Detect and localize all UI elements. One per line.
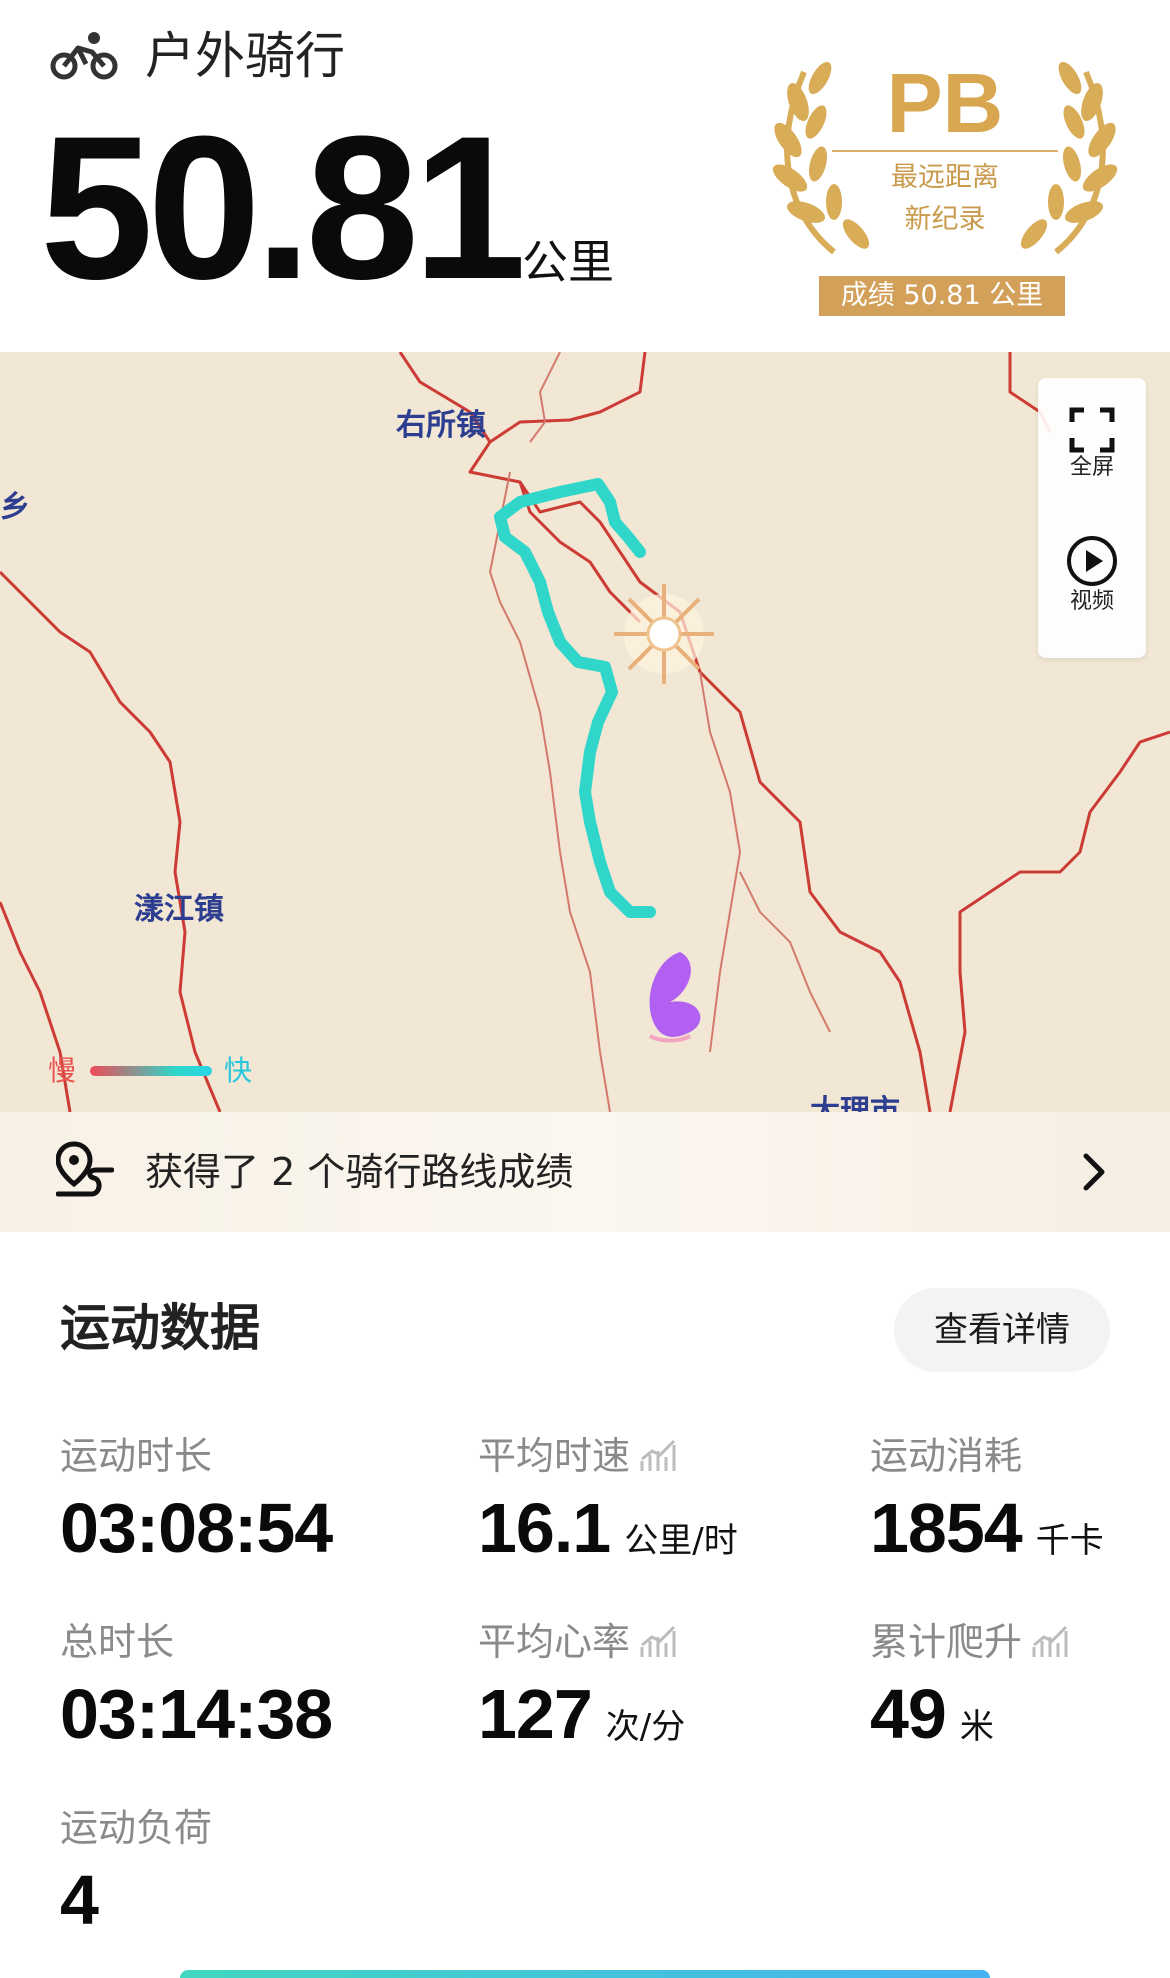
stat-value: 1854: [870, 1489, 1023, 1567]
sport-title: 户外骑行: [145, 27, 345, 85]
stat-unit: 千卡: [1035, 1521, 1104, 1561]
stat-label: 平均心率: [478, 1620, 631, 1664]
trend-chart-icon: [640, 1439, 676, 1471]
pb-record-label: 新纪录: [904, 204, 986, 235]
video-button[interactable]: 视频: [1038, 534, 1146, 616]
fullscreen-button[interactable]: 全屏: [1038, 406, 1146, 482]
bicycle-icon: [50, 32, 118, 80]
bottom-card-edge: [180, 1970, 990, 1978]
fullscreen-label: 全屏: [1069, 455, 1114, 480]
map-roads: [0, 352, 1170, 1112]
distance-value: 50.81: [40, 94, 526, 322]
stat-duration: 运动时长 03:08:54: [60, 1432, 333, 1568]
pb-score: 成绩 50.81 公里: [819, 276, 1065, 316]
video-label: 视频: [1069, 589, 1114, 614]
stat-avg-heart-rate[interactable]: 平均心率 127 次/分: [478, 1618, 685, 1754]
stat-unit: 次/分: [605, 1707, 686, 1747]
place-label: 右所镇: [396, 408, 486, 443]
fullscreen-icon: [1069, 407, 1115, 453]
distance-unit: 公里: [522, 235, 614, 289]
pb-record-type: 最远距离: [891, 162, 999, 193]
stat-avg-speed[interactable]: 平均时速 16.1 公里/时: [478, 1432, 738, 1568]
place-label: 漾江镇: [134, 892, 224, 927]
stat-value: 127: [478, 1675, 593, 1753]
stat-value: 03:08:54: [60, 1489, 333, 1567]
workout-stats: 运动数据 查看详情 运动时长 03:08:54 平均时速 16.1 公里/时 运动…: [0, 1232, 1170, 1978]
workout-header: 户外骑行 50.81 公里 PB 最远距离 新纪录 成绩 50.81 公里: [0, 0, 1170, 352]
stat-label: 平均时速: [478, 1434, 631, 1478]
route-achievement-banner[interactable]: 获得了 2 个骑行路线成绩: [0, 1112, 1170, 1232]
play-circle-icon: [1067, 536, 1117, 586]
sun-marker-icon: [614, 584, 714, 684]
stat-value: 03:14:38: [60, 1675, 333, 1753]
butterfly-marker-icon: [648, 952, 701, 1043]
stat-calories: 运动消耗 1854 千卡: [870, 1432, 1104, 1568]
stat-label: 总时长: [60, 1620, 175, 1664]
route-map[interactable]: 右所镇 乡 漾江镇 大理市 全屏 视频: [0, 352, 1170, 1112]
stat-unit: 米: [959, 1707, 994, 1747]
route-pin-icon: [56, 1141, 114, 1197]
chevron-right-icon: [1083, 1153, 1105, 1191]
stat-unit: 公里/时: [624, 1521, 738, 1561]
stat-value: 16.1: [478, 1489, 611, 1567]
speed-legend-bar: [90, 1066, 212, 1076]
view-details-button[interactable]: 查看详情: [894, 1288, 1110, 1372]
trend-chart-icon: [1032, 1625, 1068, 1657]
place-label: 乡: [0, 490, 30, 525]
pb-title: PB: [886, 56, 1004, 150]
stat-elevation-gain[interactable]: 累计爬升 49 米: [870, 1618, 1070, 1754]
pb-badge[interactable]: PB 最远距离 新纪录 成绩 50.81 公里: [764, 52, 1126, 318]
stat-training-load: 运动负荷 4: [60, 1804, 212, 1940]
route-achievement-text: 获得了 2 个骑行路线成绩: [145, 1150, 574, 1194]
stat-value: 49: [870, 1675, 947, 1753]
stat-label: 运动消耗: [870, 1434, 1023, 1478]
trend-chart-icon: [640, 1625, 676, 1657]
stat-label: 运动负荷: [60, 1806, 213, 1850]
stat-label: 运动时长: [60, 1434, 213, 1478]
map-controls: 全屏 视频: [1038, 378, 1146, 658]
legend-slow-label: 慢: [48, 1054, 77, 1087]
stat-total-time: 总时长 03:14:38: [60, 1618, 333, 1754]
place-label: 大理市: [810, 1094, 900, 1112]
legend-fast-label: 快: [224, 1054, 253, 1087]
pb-divider: [832, 150, 1058, 152]
stat-value: 4: [60, 1861, 99, 1939]
stat-label: 累计爬升: [870, 1620, 1023, 1664]
stats-title: 运动数据: [60, 1299, 260, 1357]
